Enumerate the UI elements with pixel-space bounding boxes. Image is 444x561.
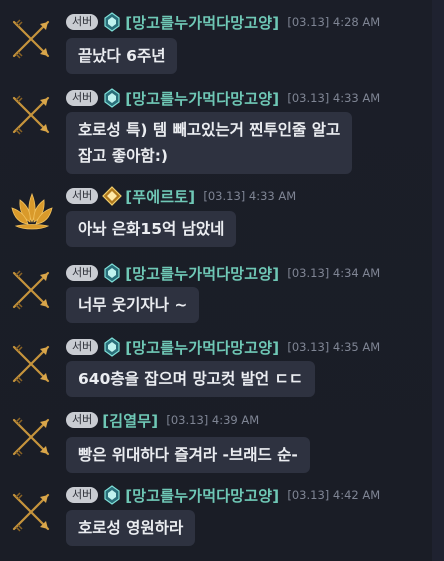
message-bubble: 아놔 은화15억 남았네	[66, 211, 237, 247]
crossed-arrows-avatar-icon[interactable]	[6, 88, 58, 140]
crystal-rank-icon	[104, 337, 120, 357]
chat-log[interactable]: 서버 [망고를누가먹다망고양] [03.13] 4:28 AM 끝났다 6주년	[0, 0, 444, 561]
crystal-rank-icon	[104, 485, 120, 505]
message-bubble: 호로성 특) 템 빼고있는거 찐투인줄 알고 잡고 좋아함:)	[66, 112, 353, 174]
sender-name[interactable]: [푸에르토]	[125, 186, 195, 207]
message-bubble: 너무 웃기자나 ~	[66, 287, 200, 323]
crossed-arrows-avatar-icon[interactable]	[6, 263, 58, 315]
server-tag: 서버	[66, 14, 99, 30]
crossed-arrows-avatar-icon[interactable]	[6, 12, 58, 64]
timestamp: [03.13] 4:33 AM	[287, 91, 381, 105]
message-bubble: 호로성 영원하라	[66, 510, 196, 546]
timestamp: [03.13] 4:35 AM	[287, 340, 381, 354]
server-tag: 서버	[66, 265, 99, 281]
server-tag: 서버	[66, 339, 99, 355]
timestamp: [03.13] 4:33 AM	[203, 189, 297, 203]
sender-name[interactable]: [망고를누가먹다망고양]	[125, 337, 279, 358]
crossed-arrows-avatar-icon[interactable]	[6, 485, 58, 537]
sender-name[interactable]: [김열무]	[102, 410, 158, 431]
crystal-rank-icon	[104, 263, 120, 283]
message-header: 서버 [망고를누가먹다망고양] [03.13] 4:35 AM	[66, 337, 380, 357]
crystal-rank-icon	[104, 88, 120, 108]
sender-name[interactable]: [망고를누가먹다망고양]	[125, 88, 279, 109]
server-tag: 서버	[66, 90, 99, 106]
timestamp: [03.13] 4:34 AM	[287, 266, 381, 280]
server-tag: 서버	[66, 188, 99, 204]
message-header: 서버 [망고를누가먹다망고양] [03.13] 4:33 AM	[66, 88, 380, 108]
timestamp: [03.13] 4:42 AM	[287, 488, 381, 502]
server-tag: 서버	[66, 487, 99, 503]
message-line: 호로성 특) 템 빼고있는거 찐투인줄 알고	[78, 121, 341, 139]
message-bubble: 640층을 잡으며 망고컷 발언 ㄷㄷ	[66, 361, 316, 397]
message-header: 서버 [김열무] [03.13] 4:39 AM	[66, 410, 259, 430]
lotus-emblem-avatar-icon[interactable]	[6, 186, 58, 238]
sender-name[interactable]: [망고를누가먹다망고양]	[125, 12, 279, 33]
message-header: 서버 [망고를누가먹다망고양] [03.13] 4:34 AM	[66, 263, 380, 283]
message-header: 서버 [망고를누가먹다망고양] [03.13] 4:28 AM	[66, 12, 380, 32]
message-line: 잡고 좋아함:)	[78, 147, 168, 165]
server-tag: 서버	[66, 412, 99, 428]
message-header: 서버 [망고를누가먹다망고양] [03.13] 4:42 AM	[66, 485, 380, 505]
crystal-rank-icon	[104, 12, 120, 32]
message-bubble: 빵은 위대하다 즐겨라 -브래드 순-	[66, 437, 310, 473]
timestamp: [03.13] 4:28 AM	[287, 15, 381, 29]
sender-name[interactable]: [망고를누가먹다망고양]	[125, 485, 279, 506]
gold-diamond-rank-icon	[102, 186, 123, 206]
message-header: 서버 [푸에르토] [03.13] 4:33 AM	[66, 186, 296, 206]
sender-name[interactable]: [망고를누가먹다망고양]	[125, 263, 279, 284]
crossed-arrows-avatar-icon[interactable]	[6, 337, 58, 389]
message-bubble: 끝났다 6주년	[66, 38, 178, 74]
timestamp: [03.13] 4:39 AM	[166, 413, 260, 427]
crossed-arrows-avatar-icon[interactable]	[6, 410, 58, 462]
scroll-edge	[432, 0, 444, 561]
